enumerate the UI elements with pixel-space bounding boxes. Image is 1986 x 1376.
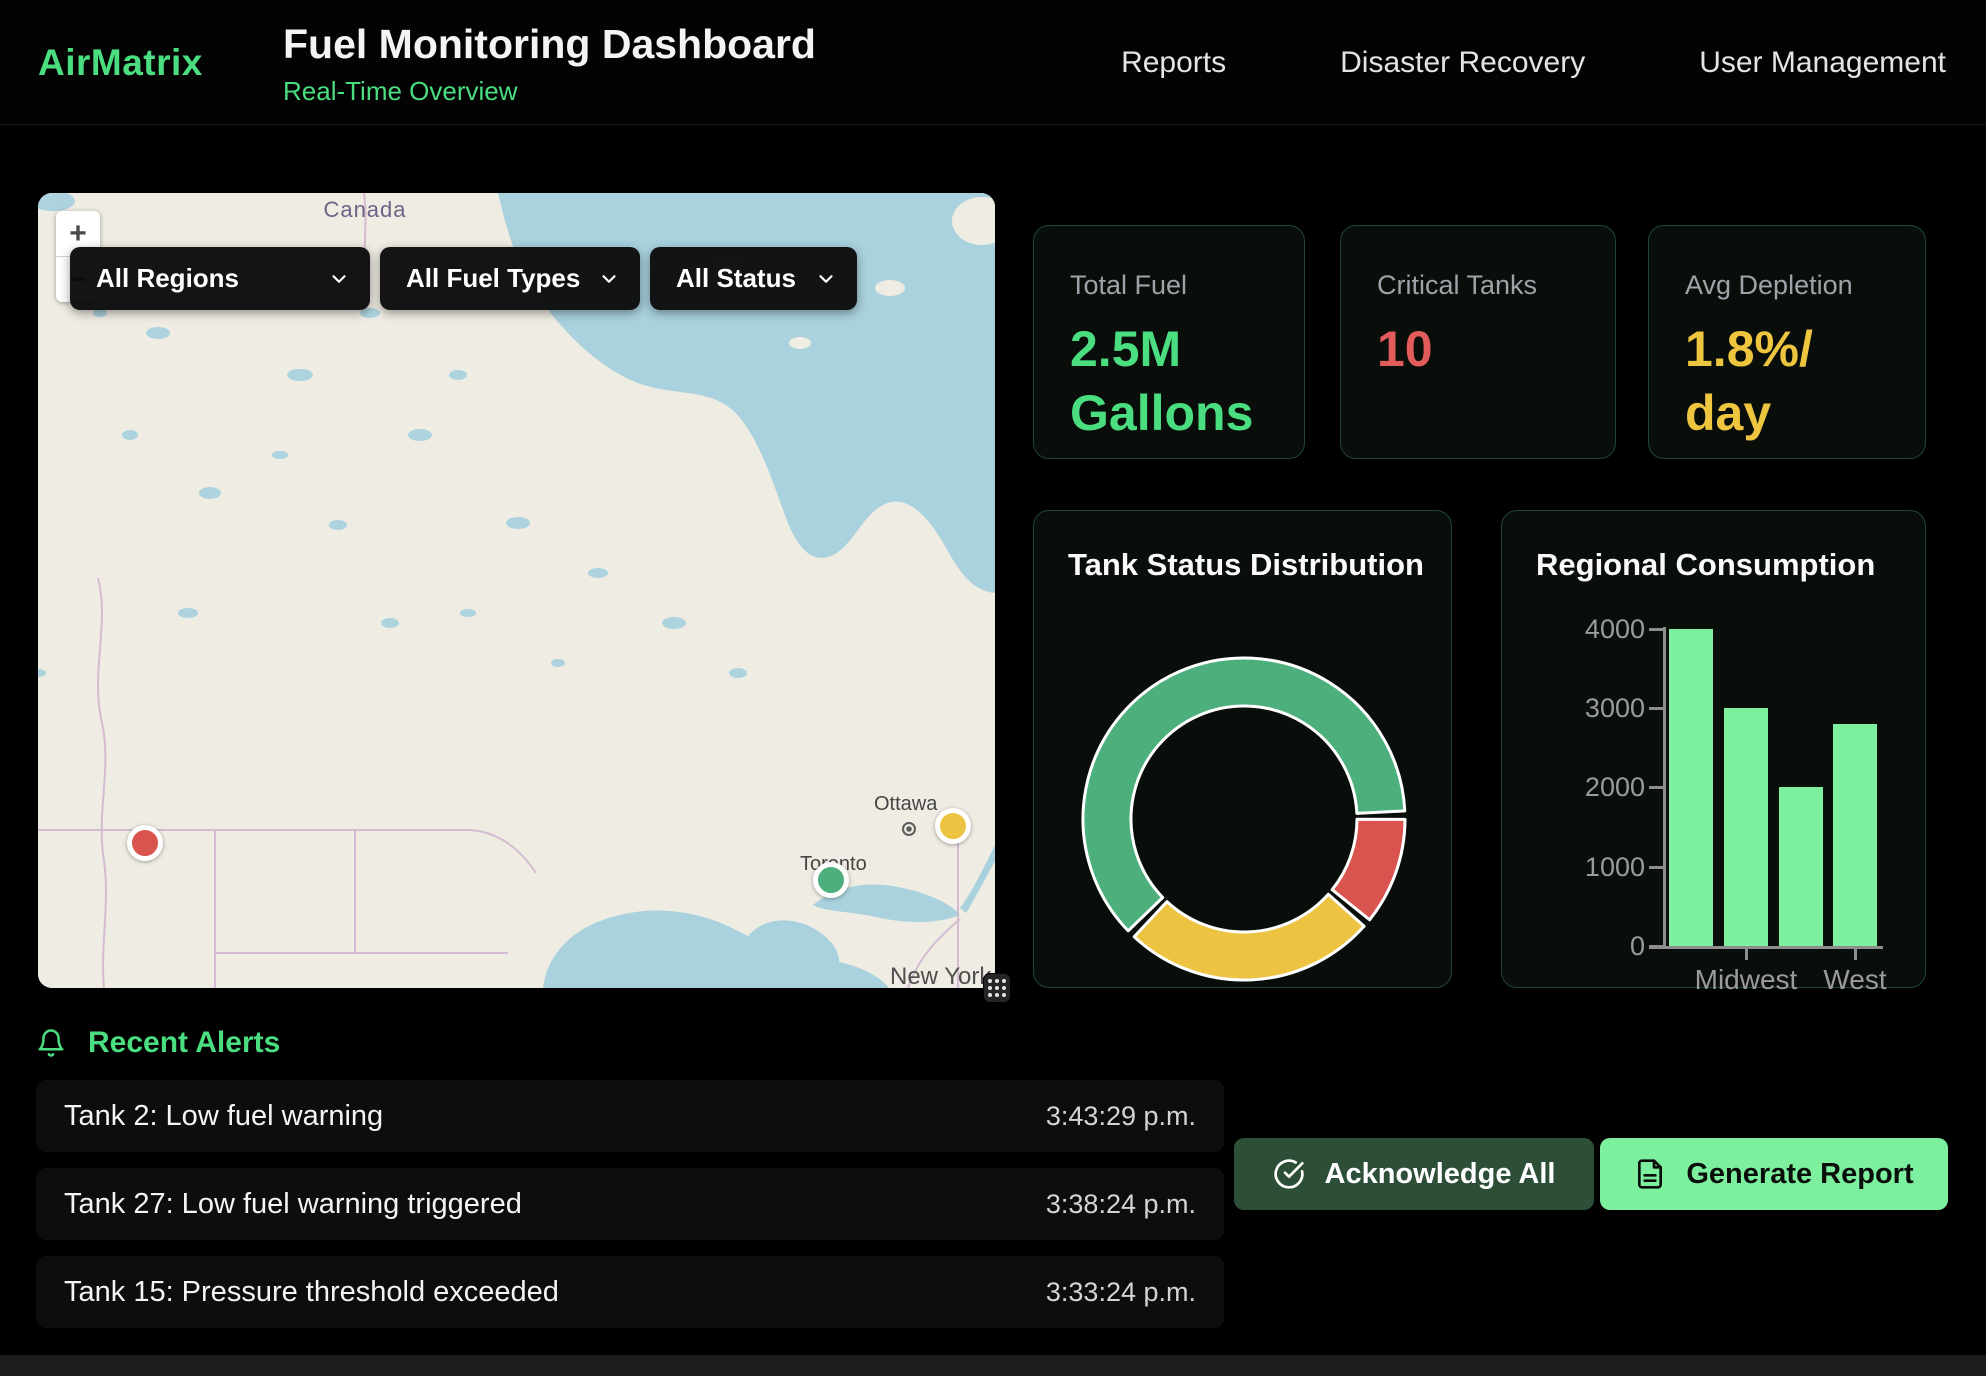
chevron-down-icon: [328, 268, 350, 290]
fuel-type-filter-value: All Fuel Types: [406, 263, 580, 294]
page-subtitle: Real-Time Overview: [283, 76, 816, 107]
kpi-label: Avg Depletion: [1685, 270, 1889, 301]
x-tick-mark: [1854, 948, 1857, 960]
donut-segment-warning: [1134, 894, 1364, 980]
page-title: Fuel Monitoring Dashboard: [283, 20, 816, 68]
alerts-header: Recent Alerts: [36, 1026, 280, 1060]
kpi-card-total-fuel: Total Fuel 2.5M Gallons: [1033, 225, 1305, 459]
kpi-value-total-fuel: 2.5M Gallons: [1070, 317, 1268, 445]
map-label-canada: Canada: [295, 197, 435, 223]
nav-disaster-recovery[interactable]: Disaster Recovery: [1340, 46, 1585, 80]
kpi-value-line: 1.8%/: [1685, 317, 1889, 381]
kpi-value-line: 2.5M: [1070, 317, 1268, 381]
title-block: Fuel Monitoring Dashboard Real-Time Over…: [283, 20, 816, 107]
map-label-ottawa: Ottawa: [874, 793, 937, 816]
alerts-title: Recent Alerts: [88, 1026, 280, 1060]
map-panel[interactable]: Canada Ottawa Toronto New York + − All R…: [38, 193, 995, 988]
kpi-label: Critical Tanks: [1377, 270, 1579, 301]
alert-message: Tank 27: Low fuel warning triggered: [64, 1188, 522, 1221]
top-bar: AirMatrix Fuel Monitoring Dashboard Real…: [0, 0, 1986, 125]
generate-report-button[interactable]: Generate Report: [1600, 1138, 1948, 1210]
x-tick-mark: [1745, 948, 1748, 960]
alert-timestamp: 3:38:24 p.m.: [1046, 1189, 1196, 1220]
acknowledge-all-label: Acknowledge All: [1325, 1158, 1556, 1191]
map-marker-critical[interactable]: [127, 825, 163, 861]
file-report-icon: [1634, 1158, 1666, 1190]
nav-user-management[interactable]: User Management: [1699, 46, 1946, 80]
bar-midwest: [1724, 708, 1768, 946]
alert-timestamp: 3:33:24 p.m.: [1046, 1277, 1196, 1308]
acknowledge-all-button[interactable]: Acknowledge All: [1234, 1138, 1594, 1210]
status-filter-value: All Status: [676, 263, 796, 294]
fuel-monitoring-dashboard: AirMatrix Fuel Monitoring Dashboard Real…: [0, 0, 1986, 1376]
kpi-label: Total Fuel: [1070, 270, 1268, 301]
kpi-value-line: day: [1685, 381, 1889, 445]
donut-segment-critical: [1332, 819, 1405, 919]
bars-layer: [1502, 511, 1925, 987]
horizontal-scrollbar[interactable]: [0, 1355, 1986, 1376]
region-filter-dropdown[interactable]: All Regions: [70, 247, 370, 310]
alert-message: Tank 15: Pressure threshold exceeded: [64, 1276, 559, 1309]
bell-icon: [36, 1028, 66, 1058]
region-filter-value: All Regions: [96, 263, 239, 294]
check-circle-icon: [1273, 1158, 1305, 1190]
kpi-value-line: Gallons: [1070, 381, 1268, 445]
main-nav: Reports Disaster Recovery User Managemen…: [1121, 0, 1946, 125]
map-resize-handle[interactable]: [984, 974, 1010, 1002]
alert-row: Tank 2: Low fuel warning 3:43:29 p.m.: [36, 1080, 1224, 1152]
kpi-card-avg-depletion: Avg Depletion 1.8%/ day: [1648, 225, 1926, 459]
bar-region-1: [1669, 629, 1713, 946]
bar-region-3: [1779, 787, 1823, 946]
alert-row: Tank 27: Low fuel warning triggered 3:38…: [36, 1168, 1224, 1240]
alert-row: Tank 15: Pressure threshold exceeded 3:3…: [36, 1256, 1224, 1328]
kpi-card-critical-tanks: Critical Tanks 10: [1340, 225, 1616, 459]
status-filter-dropdown[interactable]: All Status: [650, 247, 857, 310]
nav-reports[interactable]: Reports: [1121, 46, 1226, 80]
chevron-down-icon: [815, 268, 837, 290]
bar-west: [1833, 724, 1877, 946]
alert-message: Tank 2: Low fuel warning: [64, 1100, 383, 1133]
kpi-value-avg-depletion: 1.8%/ day: [1685, 317, 1889, 445]
map-marker-warning[interactable]: [935, 808, 971, 844]
map-label-new-york: New York: [890, 963, 991, 988]
x-tick-label-west: West: [1795, 964, 1915, 996]
alert-timestamp: 3:43:29 p.m.: [1046, 1101, 1196, 1132]
generate-report-label: Generate Report: [1686, 1158, 1913, 1191]
map-marker-normal[interactable]: [813, 862, 849, 898]
kpi-value-line: 10: [1377, 317, 1579, 381]
kpi-value-critical-tanks: 10: [1377, 317, 1579, 381]
fuel-type-filter-dropdown[interactable]: All Fuel Types: [380, 247, 640, 310]
regional-consumption-chart-card: Regional Consumption 4000 3000 2000 1000…: [1501, 510, 1926, 988]
chevron-down-icon: [598, 268, 620, 290]
tank-status-chart-card: Tank Status Distribution: [1033, 510, 1452, 988]
brand-logo: AirMatrix: [38, 0, 203, 125]
tank-status-donut-chart: [1034, 511, 1453, 989]
